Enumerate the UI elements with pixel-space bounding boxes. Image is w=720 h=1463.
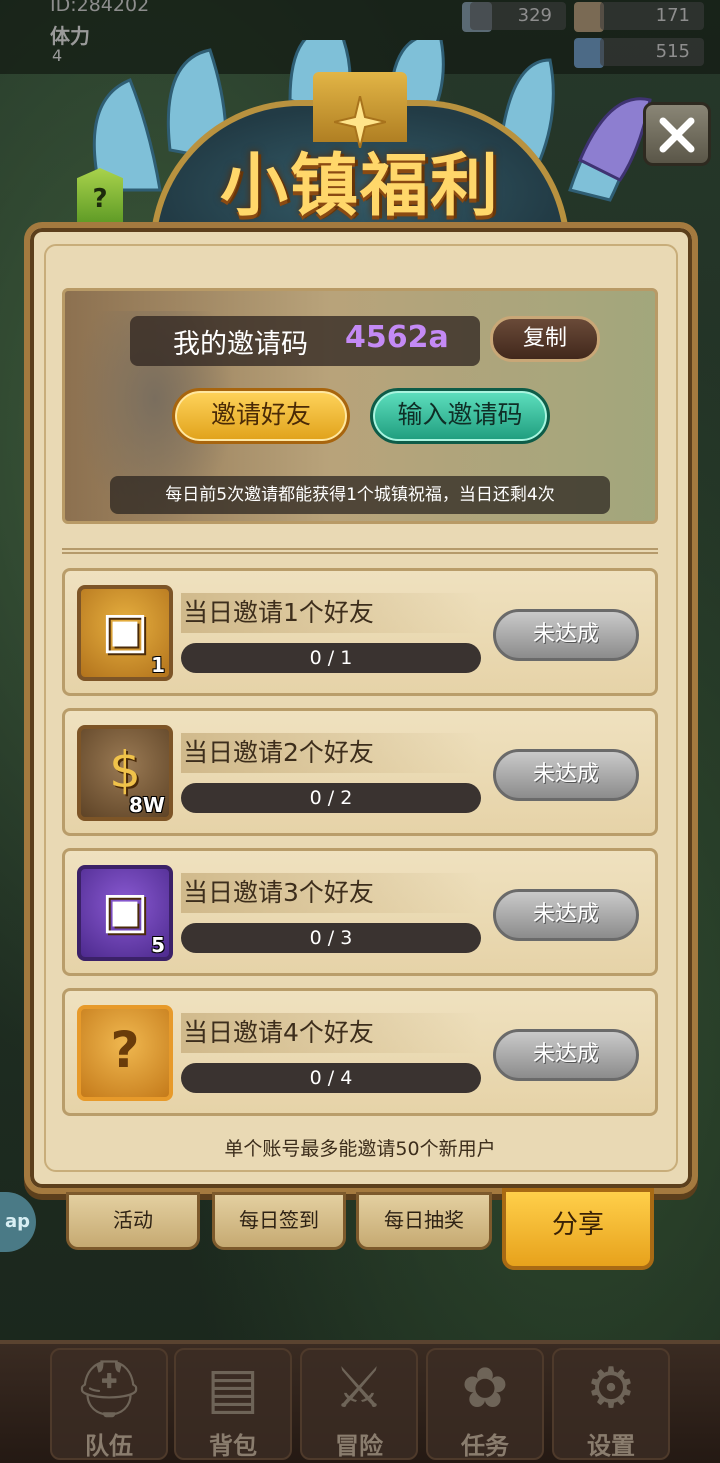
chest-icon[interactable]: ▣ 1 bbox=[77, 585, 173, 681]
task-row: ? 当日邀请4个好友 0 / 4 未达成 bbox=[62, 988, 658, 1116]
tab-daily-signin[interactable]: 每日签到 bbox=[212, 1192, 346, 1250]
nav-label: 背包 bbox=[209, 1432, 257, 1460]
nav-settings[interactable]: ⚙ 设置 bbox=[552, 1348, 670, 1460]
task-row: ▣ 1 当日邀请1个好友 0 / 1 未达成 bbox=[62, 568, 658, 696]
player-id: ID:284202 bbox=[50, 0, 150, 16]
nav-adventure[interactable]: ⚔ 冒险 bbox=[300, 1348, 418, 1460]
divider bbox=[62, 548, 658, 554]
nav-backpack[interactable]: ▤ 背包 bbox=[174, 1348, 292, 1460]
nav-team[interactable]: ⛑ 队伍 bbox=[50, 1348, 168, 1460]
gear-icon: ⚙ bbox=[585, 1356, 637, 1421]
status-button[interactable]: 未达成 bbox=[493, 609, 639, 661]
reward-count: 5 bbox=[151, 933, 165, 957]
task-row: $ 8W 当日邀请2个好友 0 / 2 未达成 bbox=[62, 708, 658, 836]
mystery-icon[interactable]: ? bbox=[77, 1005, 173, 1101]
invite-code-value: 4562a bbox=[345, 320, 449, 355]
task-row: ▣ 5 当日邀请3个好友 0 / 3 未达成 bbox=[62, 848, 658, 976]
copy-button[interactable]: 复制 bbox=[490, 316, 600, 362]
progress-bar: 0 / 2 bbox=[181, 783, 481, 813]
chest-icon[interactable]: ▣ 5 bbox=[77, 865, 173, 961]
backpack-icon: ▤ bbox=[206, 1356, 260, 1421]
tab-activity[interactable]: 活动 bbox=[66, 1192, 200, 1250]
invite-note: 每日前5次邀请都能获得1个城镇祝福，当日还剩4次 bbox=[110, 476, 610, 514]
scroll-icon: ✿ bbox=[461, 1356, 509, 1421]
status-button[interactable]: 未达成 bbox=[493, 1029, 639, 1081]
status-button[interactable]: 未达成 bbox=[493, 889, 639, 941]
nav-label: 冒险 bbox=[335, 1432, 383, 1460]
task-title: 当日邀请4个好友 bbox=[183, 1018, 374, 1047]
task-title: 当日邀请3个好友 bbox=[183, 878, 374, 907]
progress-bar: 0 / 3 bbox=[181, 923, 481, 953]
tab-share[interactable]: 分享 bbox=[502, 1188, 654, 1270]
resource-counter-2: 171 bbox=[600, 2, 704, 30]
progress-text: 0 / 1 bbox=[309, 647, 353, 669]
nav-label: 设置 bbox=[587, 1432, 635, 1460]
nav-label: 任务 bbox=[461, 1432, 509, 1460]
invite-friend-button[interactable]: 邀请好友 bbox=[172, 388, 350, 444]
invite-code-label: 我的邀请码 bbox=[173, 329, 308, 360]
progress-text: 0 / 2 bbox=[309, 787, 353, 809]
progress-bar: 0 / 1 bbox=[181, 643, 481, 673]
progress-text: 0 / 3 bbox=[309, 927, 353, 949]
nav-tasks[interactable]: ✿ 任务 bbox=[426, 1348, 544, 1460]
task-title: 当日邀请2个好友 bbox=[183, 738, 374, 767]
task-title: 当日邀请1个好友 bbox=[183, 598, 374, 627]
reward-count: 1 bbox=[151, 653, 165, 677]
helmet-icon: ⛑ bbox=[73, 1357, 145, 1422]
gold-bag-icon[interactable]: $ 8W bbox=[77, 725, 173, 821]
close-button[interactable] bbox=[643, 102, 711, 166]
close-icon bbox=[659, 117, 695, 153]
nav-label: 队伍 bbox=[85, 1432, 133, 1460]
enter-invite-code-button[interactable]: 输入邀请码 bbox=[370, 388, 550, 444]
invite-limit-note: 单个账号最多能邀请50个新用户 bbox=[224, 1138, 496, 1160]
status-button[interactable]: 未达成 bbox=[493, 749, 639, 801]
reward-count: 8W bbox=[129, 793, 165, 817]
help-button[interactable]: ? bbox=[77, 168, 123, 224]
progress-bar: 0 / 4 bbox=[181, 1063, 481, 1093]
tab-daily-lottery[interactable]: 每日抽奖 bbox=[356, 1192, 492, 1250]
swords-icon: ⚔ bbox=[333, 1356, 385, 1421]
progress-text: 0 / 4 bbox=[309, 1067, 353, 1089]
resource-counter-1: 329 bbox=[470, 2, 566, 30]
